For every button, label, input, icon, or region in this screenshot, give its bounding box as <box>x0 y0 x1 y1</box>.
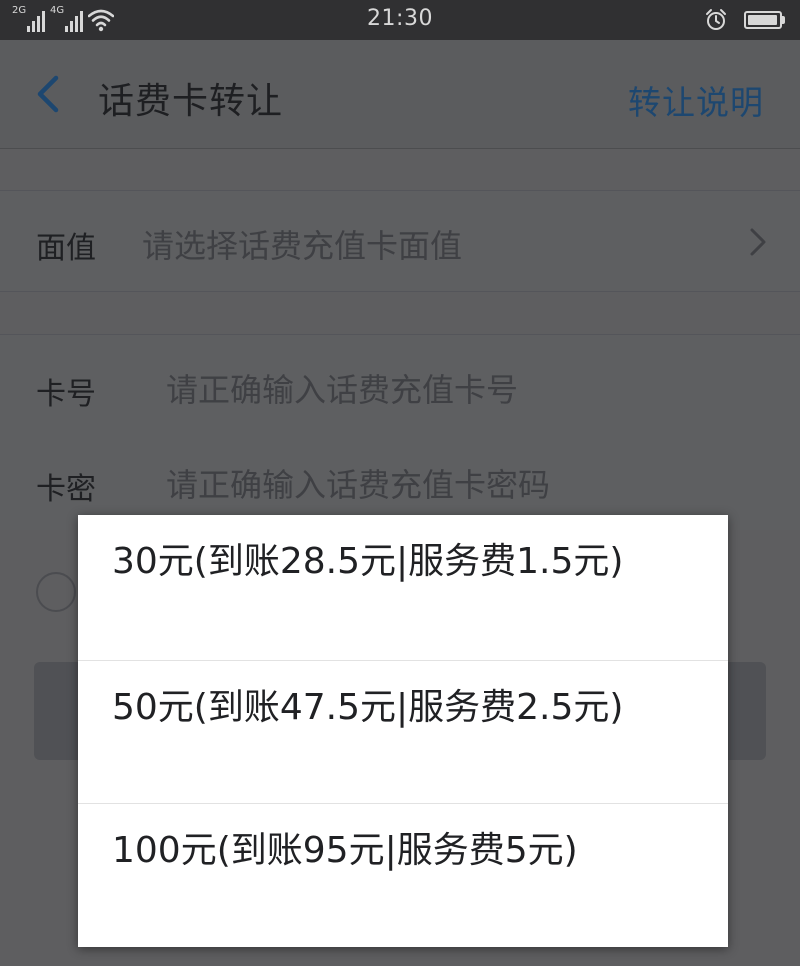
transfer-info-link[interactable]: 转让说明 <box>628 76 764 124</box>
dropdown-option-30[interactable]: 30元(到账28.5元|服务费1.5元) <box>78 515 728 660</box>
card-number-label: 卡号 <box>36 377 96 412</box>
card-password-label: 卡密 <box>36 472 96 507</box>
face-value-selector[interactable]: 面值 请选择话费充值卡面值 <box>0 190 800 292</box>
face-value-dropdown: 30元(到账28.5元|服务费1.5元) 50元(到账47.5元|服务费2.5元… <box>78 515 728 947</box>
dropdown-option-100[interactable]: 100元(到账95元|服务费5元) <box>78 803 728 947</box>
battery-icon <box>744 11 786 29</box>
chevron-right-icon <box>750 228 766 256</box>
app-header: 话费卡转让 转让说明 <box>0 40 800 149</box>
chevron-left-icon <box>37 75 59 113</box>
screen: 2G 4G 21:30 话费卡转让 转让说明 面值 请选择话费充值卡面值 卡号 … <box>0 0 800 966</box>
status-bar: 2G 4G 21:30 <box>0 0 800 40</box>
agree-radio[interactable] <box>36 572 76 612</box>
card-password-input[interactable]: 请正确输入话费充值卡密码 <box>166 460 550 506</box>
face-value-placeholder: 请选择话费充值卡面值 <box>142 227 463 265</box>
back-button[interactable] <box>22 66 72 122</box>
status-time: 21:30 <box>367 6 433 31</box>
face-value-label: 面值 <box>36 231 96 266</box>
dropdown-option-50[interactable]: 50元(到账47.5元|服务费2.5元) <box>78 660 728 803</box>
page-title: 话费卡转让 <box>98 81 284 122</box>
card-number-input[interactable]: 请正确输入话费充值卡号 <box>166 365 518 411</box>
alarm-icon <box>706 9 726 30</box>
card-number-field[interactable]: 卡号 请正确输入话费充值卡号 <box>0 334 800 435</box>
